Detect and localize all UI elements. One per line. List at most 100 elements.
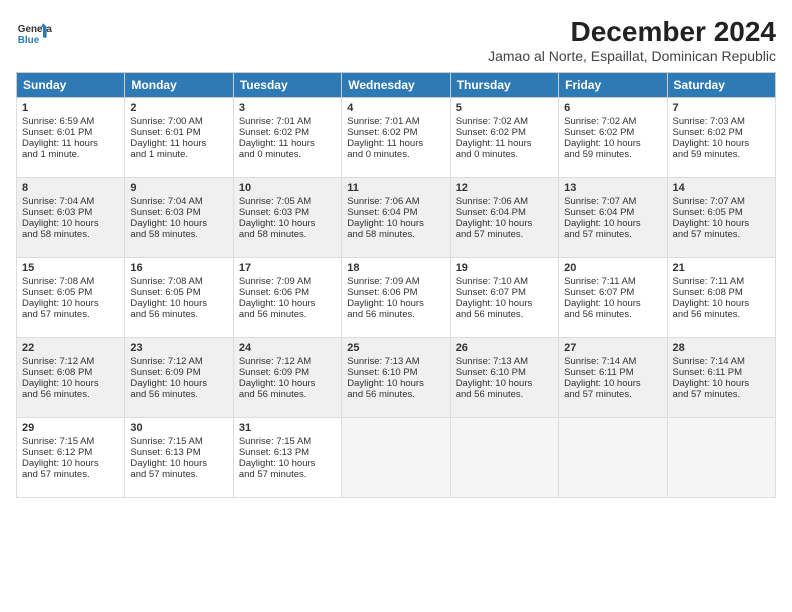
day-number: 30 bbox=[130, 422, 227, 434]
calendar-cell: 9Sunrise: 7:04 AMSunset: 6:03 PMDaylight… bbox=[125, 178, 233, 258]
title-block: December 2024 Jamao al Norte, Espaillat,… bbox=[488, 16, 776, 64]
day-info-line: Sunrise: 7:02 AM bbox=[564, 116, 661, 127]
day-info-line: Daylight: 10 hours bbox=[22, 218, 119, 229]
day-number: 3 bbox=[239, 102, 336, 114]
day-info-line: Sunrise: 7:14 AM bbox=[564, 356, 661, 367]
day-info-line: Daylight: 10 hours bbox=[347, 378, 444, 389]
header-tuesday: Tuesday bbox=[233, 73, 341, 98]
day-info-line: Daylight: 11 hours bbox=[239, 138, 336, 149]
calendar-week-row: 1Sunrise: 6:59 AMSunset: 6:01 PMDaylight… bbox=[17, 98, 776, 178]
day-info-line: Sunrise: 7:06 AM bbox=[456, 196, 553, 207]
day-number: 9 bbox=[130, 182, 227, 194]
day-info-line: Sunrise: 7:15 AM bbox=[22, 436, 119, 447]
day-info-line: and 58 minutes. bbox=[239, 229, 336, 240]
day-info-line: Daylight: 10 hours bbox=[673, 218, 770, 229]
day-number: 4 bbox=[347, 102, 444, 114]
day-info-line: Daylight: 10 hours bbox=[564, 138, 661, 149]
day-number: 31 bbox=[239, 422, 336, 434]
calendar-cell: 14Sunrise: 7:07 AMSunset: 6:05 PMDayligh… bbox=[667, 178, 775, 258]
calendar-cell bbox=[450, 418, 558, 498]
day-number: 23 bbox=[130, 342, 227, 354]
calendar-cell: 29Sunrise: 7:15 AMSunset: 6:12 PMDayligh… bbox=[17, 418, 125, 498]
day-number: 2 bbox=[130, 102, 227, 114]
day-info-line: Sunset: 6:02 PM bbox=[564, 127, 661, 138]
day-info-line: Sunrise: 7:09 AM bbox=[239, 276, 336, 287]
day-info-line: Sunset: 6:04 PM bbox=[564, 207, 661, 218]
calendar-cell: 10Sunrise: 7:05 AMSunset: 6:03 PMDayligh… bbox=[233, 178, 341, 258]
calendar-cell bbox=[342, 418, 450, 498]
day-info-line: Sunset: 6:04 PM bbox=[347, 207, 444, 218]
day-info-line: Daylight: 11 hours bbox=[22, 138, 119, 149]
day-number: 28 bbox=[673, 342, 770, 354]
day-info-line: and 57 minutes. bbox=[22, 309, 119, 320]
day-info-line: Sunset: 6:02 PM bbox=[239, 127, 336, 138]
calendar-cell: 31Sunrise: 7:15 AMSunset: 6:13 PMDayligh… bbox=[233, 418, 341, 498]
calendar-cell: 16Sunrise: 7:08 AMSunset: 6:05 PMDayligh… bbox=[125, 258, 233, 338]
day-info-line: Sunset: 6:01 PM bbox=[130, 127, 227, 138]
day-info-line: and 58 minutes. bbox=[130, 229, 227, 240]
day-info-line: Sunrise: 7:13 AM bbox=[347, 356, 444, 367]
day-info-line: Sunset: 6:03 PM bbox=[239, 207, 336, 218]
calendar-cell: 30Sunrise: 7:15 AMSunset: 6:13 PMDayligh… bbox=[125, 418, 233, 498]
day-info-line: Sunrise: 7:12 AM bbox=[22, 356, 119, 367]
day-info-line: Daylight: 11 hours bbox=[347, 138, 444, 149]
day-info-line: Sunrise: 7:09 AM bbox=[347, 276, 444, 287]
day-number: 7 bbox=[673, 102, 770, 114]
day-info-line: Sunrise: 7:00 AM bbox=[130, 116, 227, 127]
day-info-line: Sunset: 6:08 PM bbox=[22, 367, 119, 378]
day-info-line: Sunset: 6:05 PM bbox=[673, 207, 770, 218]
day-info-line: Sunset: 6:11 PM bbox=[673, 367, 770, 378]
calendar-cell bbox=[667, 418, 775, 498]
header-sunday: Sunday bbox=[17, 73, 125, 98]
header-friday: Friday bbox=[559, 73, 667, 98]
day-number: 16 bbox=[130, 262, 227, 274]
day-number: 8 bbox=[22, 182, 119, 194]
day-info-line: Daylight: 10 hours bbox=[673, 378, 770, 389]
calendar-cell: 21Sunrise: 7:11 AMSunset: 6:08 PMDayligh… bbox=[667, 258, 775, 338]
day-info-line: Sunrise: 7:12 AM bbox=[130, 356, 227, 367]
day-number: 26 bbox=[456, 342, 553, 354]
day-info-line: and 56 minutes. bbox=[239, 309, 336, 320]
day-info-line: Sunset: 6:09 PM bbox=[239, 367, 336, 378]
day-number: 29 bbox=[22, 422, 119, 434]
day-info-line: Sunrise: 7:08 AM bbox=[22, 276, 119, 287]
calendar-cell: 23 Sunrise: 7:12 AMSunset: 6:09 PMDayligh… bbox=[125, 338, 233, 418]
calendar-cell: 22Sunrise: 7:12 AMSunset: 6:08 PMDayligh… bbox=[17, 338, 125, 418]
day-info-line: and 57 minutes. bbox=[456, 229, 553, 240]
day-info-line: and 57 minutes. bbox=[673, 229, 770, 240]
day-info-line: Daylight: 10 hours bbox=[239, 458, 336, 469]
day-info-line: Sunrise: 7:04 AM bbox=[22, 196, 119, 207]
day-info-line: and 57 minutes. bbox=[673, 389, 770, 400]
day-number: 18 bbox=[347, 262, 444, 274]
day-info-line: and 58 minutes. bbox=[347, 229, 444, 240]
day-info-line: Sunset: 6:13 PM bbox=[239, 447, 336, 458]
calendar-cell: 8 Sunrise: 7:04 AMSunset: 6:03 PMDaylight… bbox=[17, 178, 125, 258]
calendar-cell: 24Sunrise: 7:12 AMSunset: 6:09 PMDayligh… bbox=[233, 338, 341, 418]
calendar-cell: 6Sunrise: 7:02 AMSunset: 6:02 PMDaylight… bbox=[559, 98, 667, 178]
day-info-line: and 56 minutes. bbox=[130, 309, 227, 320]
day-number: 15 bbox=[22, 262, 119, 274]
day-info-line: and 56 minutes. bbox=[456, 389, 553, 400]
day-info-line: Sunset: 6:03 PM bbox=[22, 207, 119, 218]
day-info-line: Sunrise: 7:12 AM bbox=[239, 356, 336, 367]
day-info-line: Daylight: 10 hours bbox=[22, 458, 119, 469]
day-info-line: Sunrise: 7:07 AM bbox=[673, 196, 770, 207]
day-number: 1 bbox=[22, 102, 119, 114]
day-info-line: Sunrise: 7:13 AM bbox=[456, 356, 553, 367]
calendar-cell: 11Sunrise: 7:06 AMSunset: 6:04 PMDayligh… bbox=[342, 178, 450, 258]
day-info-line: Daylight: 10 hours bbox=[130, 378, 227, 389]
day-info-line: and 56 minutes. bbox=[347, 309, 444, 320]
day-info-line: Sunset: 6:13 PM bbox=[130, 447, 227, 458]
day-info-line: Sunrise: 7:14 AM bbox=[673, 356, 770, 367]
day-number: 27 bbox=[564, 342, 661, 354]
day-info-line: and 1 minute. bbox=[22, 149, 119, 160]
day-info-line: Sunset: 6:11 PM bbox=[564, 367, 661, 378]
day-info-line: Sunset: 6:09 PM bbox=[130, 367, 227, 378]
calendar-cell: 2Sunrise: 7:00 AMSunset: 6:01 PMDaylight… bbox=[125, 98, 233, 178]
day-info-line: Daylight: 10 hours bbox=[22, 378, 119, 389]
day-number: 21 bbox=[673, 262, 770, 274]
day-info-line: Daylight: 10 hours bbox=[456, 218, 553, 229]
calendar-cell: 13Sunrise: 7:07 AMSunset: 6:04 PMDayligh… bbox=[559, 178, 667, 258]
day-info-line: Daylight: 10 hours bbox=[239, 218, 336, 229]
day-info-line: and 57 minutes. bbox=[239, 469, 336, 480]
